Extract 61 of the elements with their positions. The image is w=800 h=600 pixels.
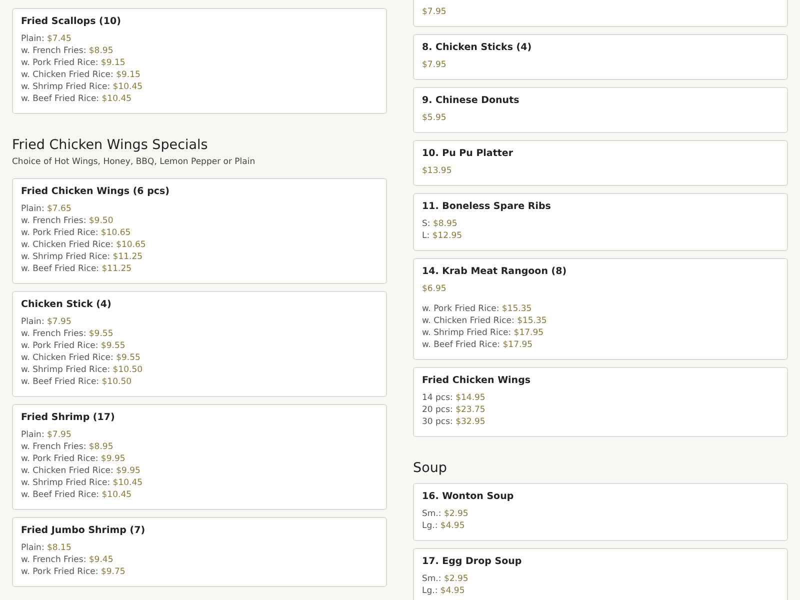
price-line: w. Pork Fried Rice: $9.15	[21, 57, 126, 69]
price-line: w. Shrimp Fried Rice: $10.45	[21, 81, 144, 93]
price-line: w. Shrimp Fried Rice: $11.25	[21, 251, 144, 263]
price-line: Plain: $7.95	[21, 429, 72, 441]
section-heading: Soup	[413, 460, 448, 476]
price-line: L: $12.95	[422, 230, 464, 242]
item-title: 16. Wonton Soup	[422, 491, 515, 502]
price-line: w. Shrimp Fried Rice: $10.45	[21, 477, 144, 489]
price-line: 30 pcs: $32.95	[422, 416, 486, 428]
price-line: Plain: $7.45	[21, 33, 72, 45]
price-line: $6.95	[422, 283, 448, 295]
item-title: 10. Pu Pu Platter	[422, 148, 514, 159]
price-line: w. Beef Fried Rice: $10.50	[21, 376, 133, 388]
item-title: 9. Chinese Donuts	[422, 95, 520, 106]
item-title: Fried Chicken Wings	[422, 375, 532, 386]
price-line: w. Beef Fried Rice: $11.25	[21, 263, 133, 275]
price-line: $7.95	[422, 59, 448, 71]
price-line: Lg.: $4.95	[422, 520, 466, 532]
price-line: $13.95	[422, 165, 453, 177]
price-line: w. Chicken Fried Rice: $10.65	[21, 239, 147, 251]
price-line: w. Shrimp Fried Rice: $17.95	[422, 327, 545, 339]
price-line: w. Shrimp Fried Rice: $10.50	[21, 364, 144, 376]
section-heading: Fried Chicken Wings Specials	[12, 137, 209, 153]
price-line: w. Beef Fried Rice: $17.95	[422, 339, 534, 351]
price-line: w. Pork Fried Rice: $9.95	[21, 453, 126, 465]
price-line: w. Pork Fried Rice: $9.55	[21, 340, 126, 352]
price-line: 20 pcs: $23.75	[422, 404, 486, 416]
price-line: Lg.: $4.95	[422, 585, 466, 597]
price-line: w. French Fries: $9.45	[21, 554, 114, 566]
item-title: Fried Jumbo Shrimp (7)	[21, 525, 146, 536]
item-title: 14. Krab Meat Rangoon (8)	[422, 266, 568, 277]
section-note: Choice of Hot Wings, Honey, BBQ, Lemon Pepper or Plain	[12, 157, 256, 167]
price-line: w. Beef Fried Rice: $10.45	[21, 93, 133, 105]
price-line: w. Pork Fried Rice: $10.65	[21, 227, 132, 239]
price-line: w. Chicken Fried Rice: $9.95	[21, 465, 142, 477]
item-title: 11. Boneless Spare Ribs	[422, 201, 552, 212]
price-line: w. Chicken Fried Rice: $15.35	[422, 315, 548, 327]
price-line: 14 pcs: $14.95	[422, 392, 486, 404]
price-line: w. Pork Fried Rice: $9.75	[21, 566, 126, 578]
price-line: $5.95	[422, 112, 448, 124]
item-title: 17. Egg Drop Soup	[422, 556, 523, 567]
price-line: Plain: $7.65	[21, 203, 72, 215]
item-title: Fried Scallops (10)	[21, 16, 122, 27]
price-line: w. Pork Fried Rice: $15.35	[422, 303, 533, 315]
price-line: w. Chicken Fried Rice: $9.55	[21, 352, 142, 364]
price-line: Sm.: $2.95	[422, 573, 470, 585]
price-line: Plain: $7.95	[21, 316, 72, 328]
price-line: w. French Fries: $8.95	[21, 441, 114, 453]
price-line: $7.95	[422, 6, 448, 18]
price-line: w. French Fries: $9.50	[21, 215, 114, 227]
price-line: Sm.: $2.95	[422, 508, 470, 520]
item-title: Fried Chicken Wings (6 pcs)	[21, 186, 171, 197]
item-title: Chicken Stick (4)	[21, 299, 112, 310]
price-line: w. French Fries: $9.55	[21, 328, 114, 340]
price-line: w. Chicken Fried Rice: $9.15	[21, 69, 142, 81]
price-line: w. French Fries: $8.95	[21, 45, 114, 57]
price-line: Plain: $8.15	[21, 542, 72, 554]
price-line: S: $8.95	[422, 218, 458, 230]
item-title: Fried Shrimp (17)	[21, 412, 116, 423]
item-title: 8. Chicken Sticks (4)	[422, 42, 533, 53]
price-line: w. Beef Fried Rice: $10.45	[21, 489, 133, 501]
